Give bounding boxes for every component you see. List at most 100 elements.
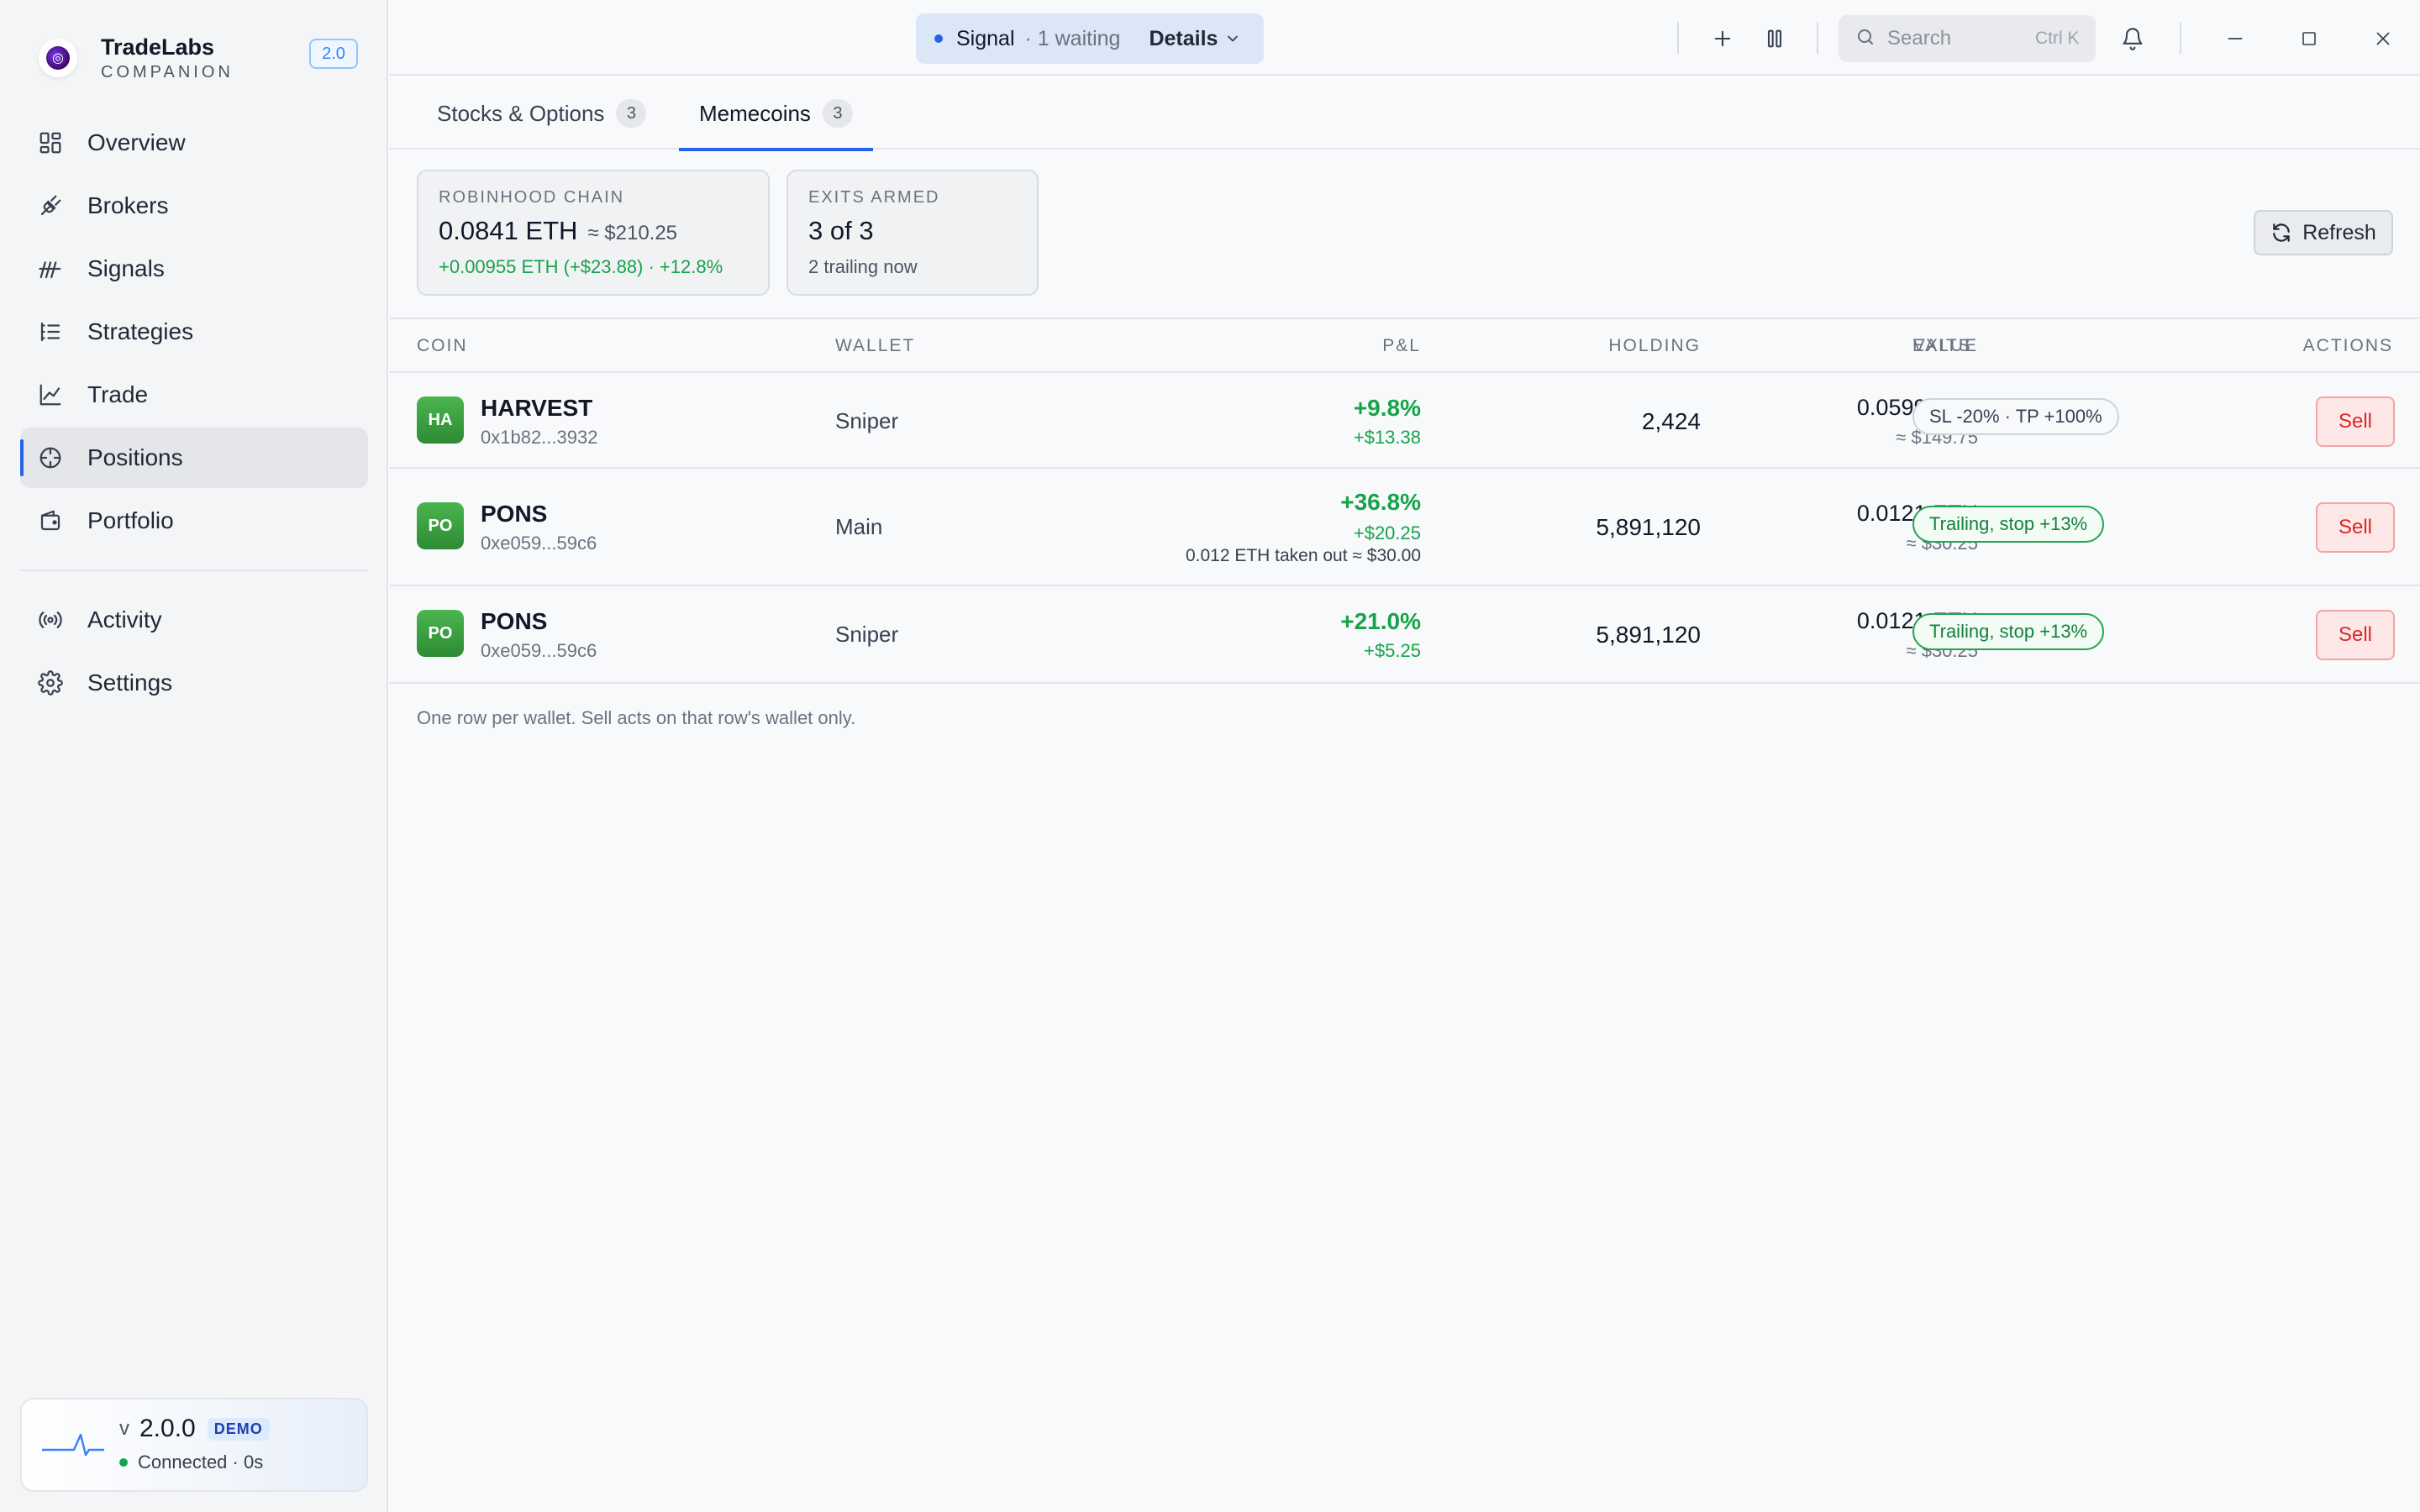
connection-card[interactable]: v 2.0.0 DEMO Connected · 0s (20, 1398, 368, 1492)
toolbar-divider (1817, 22, 1818, 54)
column-header-holding: HOLDING (1608, 336, 1701, 355)
chart-line-icon (37, 381, 64, 408)
sidebar-item-positions[interactable]: Positions (20, 428, 368, 488)
positions-table: COIN WALLET HOLDING VALUE P&L EXITS ACTI… (390, 318, 2420, 684)
sidebar-item-activity[interactable]: Activity (20, 590, 368, 650)
heartbeat-icon (42, 1433, 104, 1457)
coin-name: HARVEST (481, 395, 593, 421)
chain-balance-usd: ≈ $210.25 (587, 222, 678, 244)
demo-badge: DEMO (207, 1417, 270, 1441)
column-header-coin: COIN (417, 336, 468, 355)
exits-armed-card: EXITS ARMED 3 of 3 2 trailing now (786, 170, 1039, 296)
exit-rule-badge: Trailing, stop +13% (1912, 613, 2105, 650)
toolbar-divider (2180, 22, 2181, 54)
sidebar-item-settings[interactable]: Settings (20, 653, 368, 713)
exit-rule-badge: SL -20% · TP +100% (1912, 398, 2119, 435)
close-icon[interactable] (2366, 22, 2400, 55)
sidebar-nav: Overview Brokers Signals Strategies Trad… (20, 113, 368, 716)
pnl-percent: +21.0% (1340, 608, 1421, 634)
coin-avatar: HA (417, 396, 464, 444)
chain-change: +0.00955 ETH (+$23.88) · +12.8% (439, 256, 723, 277)
refresh-label: Refresh (2302, 220, 2376, 244)
wallet-name: Sniper (835, 408, 899, 433)
sidebar-item-label: Signals (87, 255, 165, 281)
sidebar-item-trade[interactable]: Trade (20, 365, 368, 425)
wallet-icon (37, 507, 64, 534)
chain-balance-card: ROBINHOOD CHAIN 0.0841 ETH ≈ $210.25 +0.… (417, 170, 770, 296)
signal-icon (37, 255, 64, 282)
refresh-icon (2273, 223, 2290, 242)
connection-status: Connected · 0s (138, 1452, 264, 1473)
coin-name: PONS (481, 501, 548, 527)
minimize-icon[interactable] (2218, 22, 2252, 55)
coin-name: PONS (481, 608, 548, 634)
signal-dot-icon (934, 34, 943, 43)
version-badge: 2.0 (309, 39, 358, 69)
exits-armed-count: 3 of 3 (808, 216, 874, 245)
sidebar: ◎ TradeLabs COMPANION 2.0 Overview Broke… (0, 0, 388, 1512)
column-header-exits: EXITS (1912, 336, 1972, 355)
card-title: ROBINHOOD CHAIN (439, 188, 625, 207)
search-shortcut: Ctrl K (2035, 29, 2080, 48)
brand: ◎ TradeLabs COMPANION (39, 34, 234, 82)
sidebar-item-overview[interactable]: Overview (20, 113, 368, 173)
sidebar-item-label: Settings (87, 669, 173, 696)
version-prefix: v (119, 1417, 129, 1440)
signal-indicator[interactable]: Signal · 1 waiting Details (916, 13, 1264, 64)
columns-icon[interactable] (1758, 22, 1791, 55)
sidebar-item-brokers[interactable]: Brokers (20, 176, 368, 236)
sell-button[interactable]: Sell (2316, 396, 2395, 447)
sidebar-item-label: Strategies (87, 318, 194, 344)
gear-icon (37, 669, 64, 696)
search-box[interactable]: Ctrl K (1839, 15, 2096, 62)
pnl-percent: +36.8% (1340, 489, 1421, 515)
tab-count-badge: 3 (616, 99, 647, 128)
column-header-wallet: WALLET (835, 336, 916, 355)
wallet-name: Sniper (835, 622, 899, 647)
bell-icon[interactable] (2116, 22, 2149, 55)
maximize-icon[interactable] (2292, 22, 2326, 55)
chevron-down-icon[interactable] (1224, 30, 1241, 47)
toolbar-divider (1677, 22, 1679, 54)
broadcast-icon (37, 606, 64, 633)
holding-amount: 2,424 (1641, 408, 1701, 434)
table-row: HA HARVEST 0x1b82...3932 Sniper 2,424 0.… (390, 373, 2420, 469)
search-icon (1855, 27, 1876, 51)
sell-button[interactable]: Sell (2316, 610, 2395, 660)
sidebar-item-strategies[interactable]: Strategies (20, 302, 368, 362)
pnl-usd: +$20.25 (1353, 522, 1421, 543)
add-icon[interactable] (1706, 22, 1739, 55)
table-header: COIN WALLET HOLDING VALUE P&L EXITS ACTI… (390, 318, 2420, 373)
tab-stocks-options[interactable]: Stocks & Options 3 (437, 77, 647, 150)
list-icon (37, 318, 64, 345)
crosshair-icon (37, 444, 64, 471)
sidebar-item-label: Overview (87, 129, 186, 155)
signal-label: Signal (956, 26, 1015, 50)
sidebar-item-portfolio[interactable]: Portfolio (20, 491, 368, 551)
sidebar-item-label: Portfolio (87, 507, 174, 533)
top-bar: Signal · 1 waiting Details Ctrl K (390, 0, 2420, 76)
tab-memecoins[interactable]: Memecoins 3 (679, 77, 873, 151)
sidebar-item-label: Positions (87, 444, 183, 470)
signal-details-button[interactable]: Details (1149, 27, 1218, 51)
exit-rule-badge: Trailing, stop +13% (1912, 506, 2105, 543)
table-row: PO PONS 0xe059...59c6 Sniper 5,891,120 0… (390, 586, 2420, 684)
search-input[interactable] (1887, 27, 2030, 50)
coin-address: 0xe059...59c6 (481, 533, 597, 554)
plug-icon (37, 192, 64, 219)
refresh-button[interactable]: Refresh (2254, 210, 2393, 255)
column-header-pnl: P&L (1382, 336, 1421, 355)
sell-button[interactable]: Sell (2316, 502, 2395, 553)
column-header-actions: ACTIONS (2302, 336, 2393, 355)
app-logo-icon: ◎ (39, 39, 77, 77)
holding-amount: 5,891,120 (1596, 514, 1701, 540)
pnl-percent: +9.8% (1353, 395, 1421, 421)
holding-amount: 5,891,120 (1596, 622, 1701, 648)
card-title: EXITS ARMED (808, 188, 940, 207)
sidebar-divider (20, 570, 368, 571)
sidebar-item-label: Activity (87, 606, 162, 633)
app-version: 2.0.0 (139, 1415, 196, 1442)
status-dot-icon (119, 1458, 128, 1467)
app-subtitle: COMPANION (101, 63, 234, 81)
sidebar-item-signals[interactable]: Signals (20, 239, 368, 299)
